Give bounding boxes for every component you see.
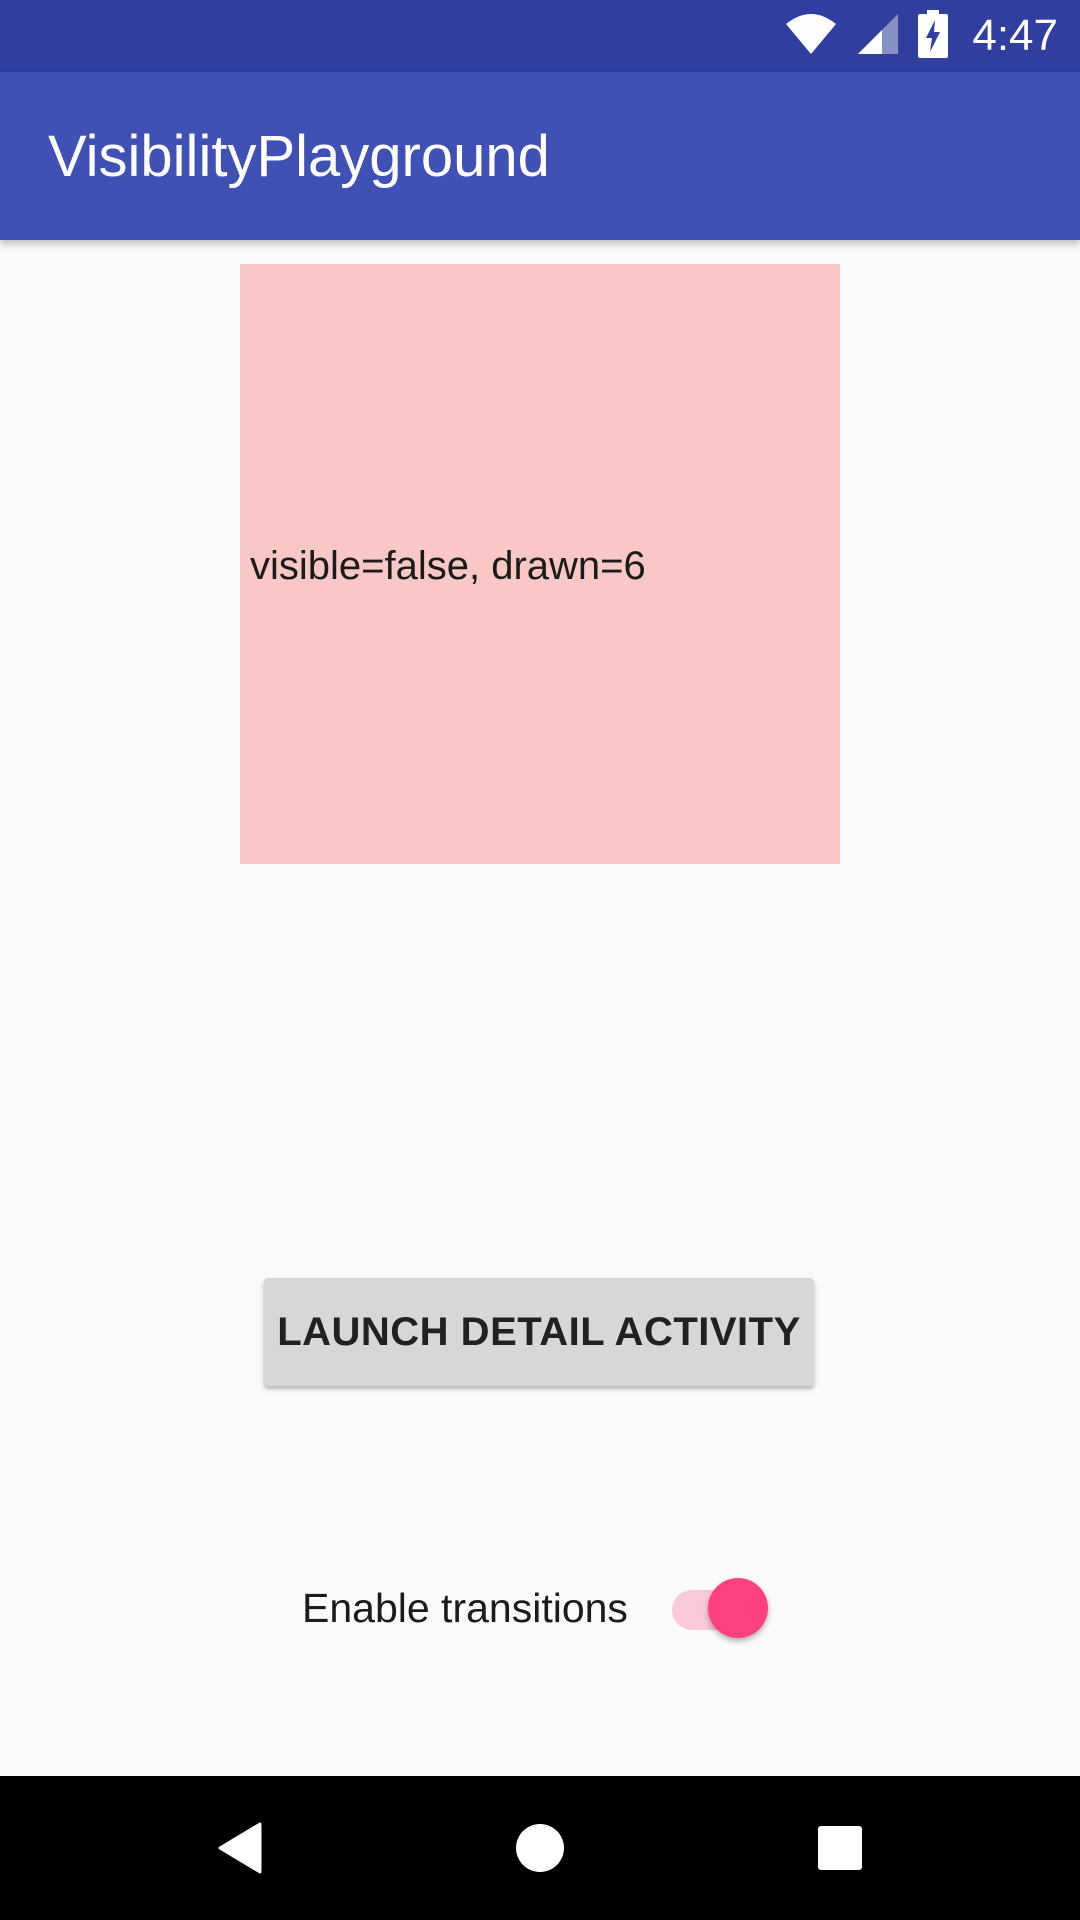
switch-thumb [708, 1578, 768, 1638]
app-bar: VisibilityPlayground [0, 72, 1080, 240]
recents-icon[interactable] [770, 1776, 910, 1920]
cell-signal-icon [856, 12, 900, 61]
app-title: VisibilityPlayground [48, 123, 550, 189]
status-icons: 4:47 [784, 0, 1058, 72]
transitions-toggle-label: Enable transitions [302, 1584, 628, 1631]
home-icon[interactable] [470, 1776, 610, 1920]
launch-detail-activity-button[interactable]: LAUNCH DETAIL ACTIVITY [264, 1278, 814, 1386]
status-bar: 4:47 [0, 0, 1080, 72]
back-icon[interactable] [170, 1776, 310, 1920]
visibility-status-text: visible=false, drawn=6 [250, 544, 646, 588]
main-content: visible=false, drawn=6 LAUNCH DETAIL ACT… [0, 240, 1080, 1776]
transitions-switch[interactable] [668, 1558, 776, 1658]
status-time: 4:47 [972, 11, 1058, 60]
battery-charging-icon [918, 9, 949, 63]
transitions-toggle-row: Enable transitions [302, 1558, 782, 1658]
navigation-bar [0, 1776, 1080, 1920]
visibility-box: visible=false, drawn=6 [240, 264, 840, 864]
wifi-icon [784, 12, 838, 61]
